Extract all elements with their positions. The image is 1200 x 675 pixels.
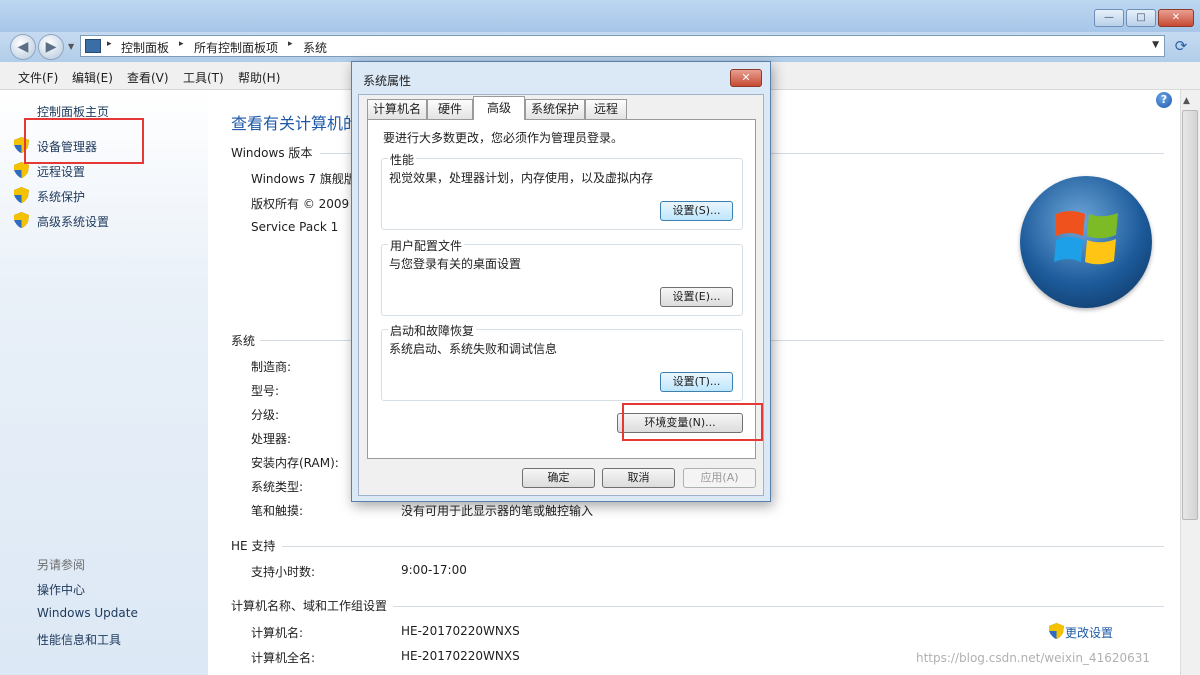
menu-view[interactable]: 查看(V) (127, 69, 169, 86)
close-icon: ✕ (1171, 12, 1181, 23)
window-titlebar (0, 0, 1200, 32)
tab-system-protection[interactable]: 系统保护 (525, 99, 585, 119)
admin-note: 要进行大多数更改，您必须作为管理员登录。 (383, 131, 624, 145)
tab-remote[interactable]: 远程 (585, 99, 627, 119)
breadcrumb-control-panel[interactable]: 控制面板 (121, 39, 169, 56)
user-profiles-settings-button[interactable]: 设置(E)... (660, 287, 733, 307)
support-hours-value: 9:00-17:00 (401, 563, 467, 577)
user-profiles-group-desc: 与您登录有关的桌面设置 (389, 257, 522, 271)
watermark-text: https://blog.csdn.net/weixin_41620631 (916, 651, 1151, 665)
system-protection-link[interactable]: 系统保护 (37, 188, 85, 205)
control-panel-icon (85, 39, 101, 53)
windows-logo (1020, 176, 1152, 308)
divider (282, 546, 1164, 547)
remote-settings-link[interactable]: 远程设置 (37, 163, 85, 180)
highlight-box-environment-variables (622, 403, 763, 441)
startup-recovery-group-title: 启动和故障恢复 (388, 322, 477, 339)
windows-edition-heading: Windows 版本 (231, 146, 313, 160)
forward-arrow-icon: ▶ (45, 39, 57, 55)
highlight-box-advanced-settings (24, 118, 144, 164)
computer-name-value: HE-20170220WNXS (401, 624, 520, 638)
breadcrumb-separator-icon[interactable]: ▸ (179, 39, 184, 49)
see-also-heading: 另请参阅 (37, 558, 86, 572)
maximize-button[interactable]: □ (1126, 9, 1156, 27)
shield-icon (14, 187, 29, 203)
dialog-close-button[interactable]: ✕ (730, 69, 762, 87)
startup-recovery-group: 启动和故障恢复 系统启动、系统失败和调试信息 设置(T)... (381, 322, 743, 401)
startup-recovery-group-desc: 系统启动、系统失败和调试信息 (389, 342, 558, 356)
shield-icon (14, 212, 29, 228)
page-title: 查看有关计算机的 (231, 114, 360, 133)
refresh-icon[interactable]: ⟳ (1170, 36, 1192, 56)
pen-touch-value: 没有可用于此显示器的笔或触控输入 (401, 504, 594, 518)
service-pack-text: Service Pack 1 (251, 220, 339, 234)
scroll-up-icon[interactable]: ▲ (1183, 96, 1190, 106)
full-computer-name-label: 计算机全名: (251, 651, 316, 665)
edition-name: Windows 7 旗舰版 (251, 172, 356, 186)
cancel-button[interactable]: 取消 (602, 468, 675, 488)
change-settings-link[interactable]: 更改设置 (1065, 624, 1113, 641)
rating-label: 分级: (251, 408, 280, 422)
maximize-icon: □ (1136, 12, 1146, 23)
processor-label: 处理器: (251, 432, 292, 446)
system-heading: 系统 (231, 334, 256, 348)
manufacturer-label: 制造商: (251, 360, 292, 374)
pen-touch-label: 笔和触摸: (251, 504, 304, 518)
computer-name-heading: 计算机名称、域和工作组设置 (231, 599, 388, 613)
windows-update-link[interactable]: Windows Update (37, 606, 138, 620)
address-dropdown-icon[interactable]: ▼ (1152, 40, 1159, 50)
ok-button[interactable]: 确定 (522, 468, 595, 488)
help-icon[interactable]: ? (1156, 92, 1172, 108)
windows-flag-icon (1054, 211, 1118, 265)
back-arrow-icon: ◀ (17, 39, 29, 55)
user-profiles-group-title: 用户配置文件 (388, 237, 465, 254)
breadcrumb-separator-icon[interactable]: ▸ (107, 39, 112, 49)
forward-button[interactable]: ▶ (38, 34, 64, 60)
left-nav-pane: 控制面板主页 设备管理器 远程设置 系统保护 高级系统设置 另请参阅 操作中心 … (0, 90, 208, 675)
menu-file[interactable]: 文件(F) (18, 69, 58, 86)
tab-advanced[interactable]: 高级 (473, 96, 525, 120)
minimize-button[interactable]: — (1094, 9, 1124, 27)
menu-help[interactable]: 帮助(H) (238, 69, 280, 86)
support-heading: HE 支持 (231, 539, 276, 553)
startup-recovery-settings-button[interactable]: 设置(T)... (660, 372, 733, 392)
dialog-title: 系统属性 (363, 74, 412, 88)
ram-label: 安装内存(RAM): (251, 456, 339, 470)
performance-settings-button[interactable]: 设置(S)... (660, 201, 733, 221)
copyright-text: 版权所有 © 2009 (251, 197, 350, 211)
model-label: 型号: (251, 384, 280, 398)
action-center-link[interactable]: 操作中心 (37, 581, 85, 598)
back-button[interactable]: ◀ (10, 34, 36, 60)
address-bar[interactable]: ▸ 控制面板 ▸ 所有控制面板项 ▸ 系统 ▼ (80, 35, 1165, 57)
shield-icon (14, 162, 29, 178)
tab-hardware[interactable]: 硬件 (427, 99, 473, 119)
breadcrumb-separator-icon[interactable]: ▸ (288, 39, 293, 49)
menu-tools[interactable]: 工具(T) (183, 69, 224, 86)
performance-group: 性能 视觉效果，处理器计划，内存使用，以及虚拟内存 设置(S)... (381, 151, 743, 230)
shield-icon (1049, 623, 1064, 639)
menu-edit[interactable]: 编辑(E) (72, 69, 113, 86)
computer-name-label: 计算机名: (251, 626, 304, 640)
performance-group-title: 性能 (388, 151, 417, 168)
support-hours-label: 支持小时数: (251, 565, 316, 579)
divider (393, 606, 1164, 607)
minimize-icon: — (1104, 12, 1114, 23)
recent-pages-dropdown-icon[interactable]: ▼ (68, 42, 74, 51)
user-profiles-group: 用户配置文件 与您登录有关的桌面设置 设置(E)... (381, 237, 743, 316)
scrollbar-thumb[interactable] (1182, 110, 1198, 520)
breadcrumb-all-items[interactable]: 所有控制面板项 (194, 39, 278, 56)
full-computer-name-value: HE-20170220WNXS (401, 649, 520, 663)
close-icon: ✕ (741, 71, 751, 84)
close-button[interactable]: ✕ (1158, 9, 1194, 27)
breadcrumb-system[interactable]: 系统 (303, 39, 327, 56)
tab-computer-name[interactable]: 计算机名 (367, 99, 427, 119)
performance-group-desc: 视觉效果，处理器计划，内存使用，以及虚拟内存 (389, 171, 654, 185)
advanced-system-settings-link[interactable]: 高级系统设置 (37, 213, 109, 230)
apply-button[interactable]: 应用(A) (683, 468, 756, 488)
performance-info-link[interactable]: 性能信息和工具 (37, 631, 121, 648)
system-type-label: 系统类型: (251, 480, 304, 494)
